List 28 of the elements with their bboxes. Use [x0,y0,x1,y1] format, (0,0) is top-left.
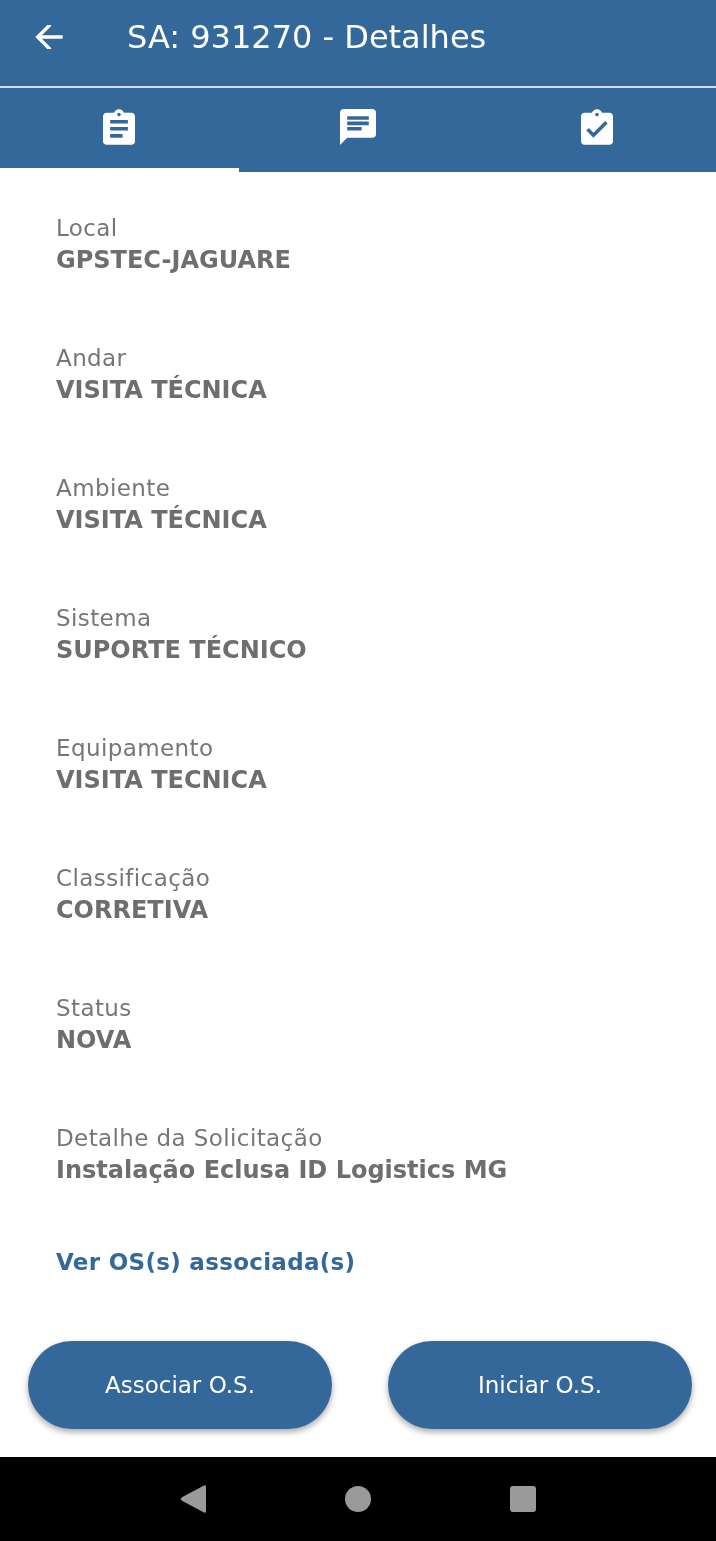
start-button[interactable]: Iniciar O.S. [388,1341,692,1429]
field-value: Instalação Eclusa ID Logistics MG [56,1155,509,1186]
field-value: VISITA TECNICA [56,765,268,796]
chat-bubble-icon [340,109,376,145]
field-value: SUPORTE TÉCNICO [56,634,308,666]
home-circle-icon[interactable] [345,1486,371,1512]
back-arrow-icon [35,25,63,49]
field-label: Classificação [56,864,212,893]
back-button[interactable] [35,25,63,49]
recents-square-icon[interactable] [510,1486,537,1512]
field-label: Andar [56,344,128,373]
field-label: Status [56,994,133,1023]
screen-title: SA: 931270 - Detalhes [127,17,487,57]
field-label: Detalhe da Solicitação [56,1124,324,1153]
clipboard-list-icon [103,109,136,145]
field-value: VISITA TÉCNICA [56,374,268,406]
field-value: CORRETIVA [56,895,210,926]
field-label: Ambiente [56,474,172,503]
back-triangle-icon[interactable] [179,1484,206,1514]
associate-button[interactable]: Associar O.S. [28,1341,332,1429]
field-value: GPSTEC-JAGUARE [56,245,292,276]
field-label: Equipamento [56,734,215,763]
associated-orders-link[interactable]: Ver OS(s) associada(s) [56,1251,356,1273]
clipboard-check-icon [580,109,613,145]
field-label: Local [56,214,119,243]
field-value: NOVA [56,1025,133,1056]
field-label: Sistema [56,604,153,633]
field-value: VISITA TÉCNICA [56,504,268,536]
